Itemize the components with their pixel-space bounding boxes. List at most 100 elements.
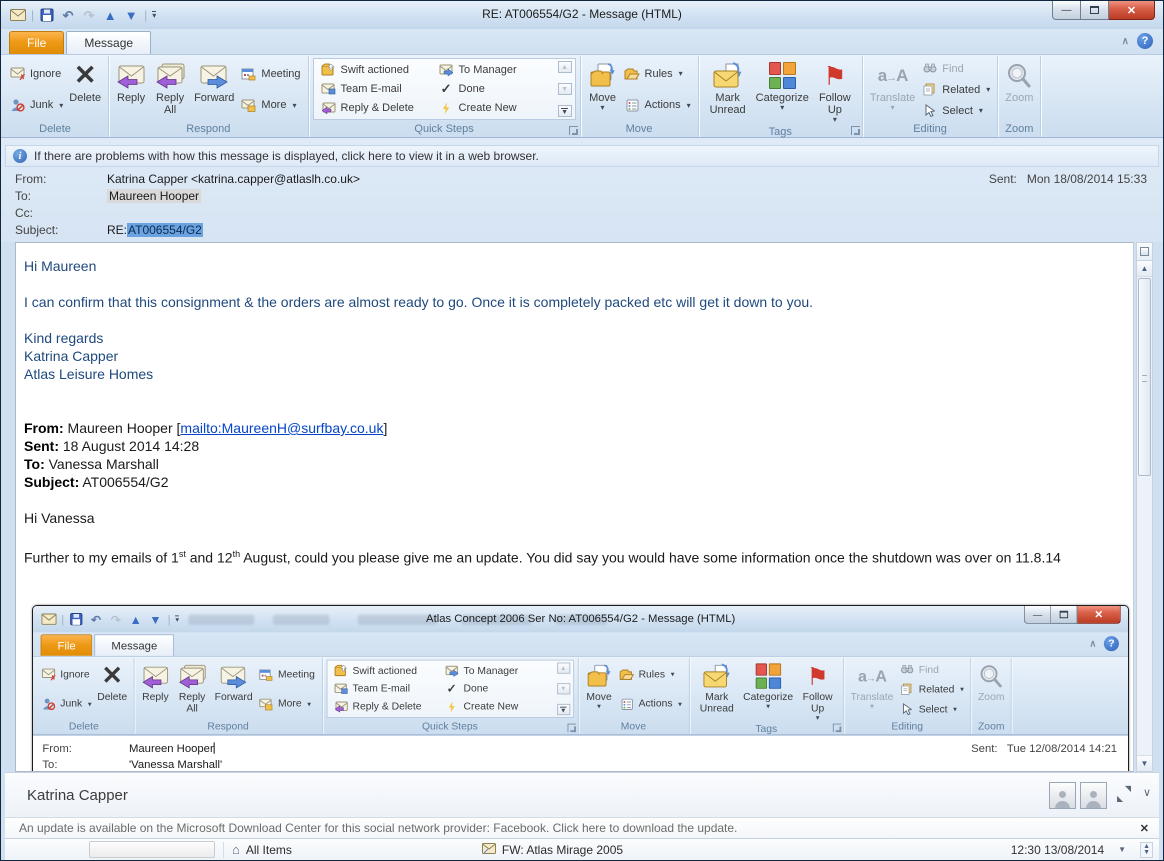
team-email-icon: [320, 81, 337, 96]
people-pane-name: Katrina Capper: [27, 787, 128, 804]
to-value[interactable]: Maureen Hooper: [107, 189, 201, 203]
quick-steps-more-icon[interactable]: ▼: [558, 105, 572, 117]
ignore-button: ✗ Ignore: [38, 666, 95, 682]
mailto-link[interactable]: mailto:MaureenH@surfbay.co.uk: [180, 420, 383, 436]
mail-icon[interactable]: [10, 7, 26, 23]
junk-button[interactable]: Junk▾: [6, 97, 66, 114]
group-label-delete: Delete: [4, 122, 106, 137]
title-bar: | ↶ ↷ ▲ ▼ | ▾ RE: AT006554/G2 - Message …: [1, 1, 1163, 29]
mark-unread-icon: [702, 660, 732, 691]
scroll-thumb[interactable]: [1138, 278, 1151, 476]
close-notification-icon[interactable]: ✕: [1140, 822, 1149, 835]
actions-button[interactable]: Actions▾: [621, 97, 694, 114]
next-item-icon[interactable]: ▼: [123, 7, 139, 23]
quick-step-swift-actioned[interactable]: Swift actioned: [317, 61, 435, 78]
meeting-button[interactable]: Meeting: [237, 65, 303, 82]
reply-all-icon: [154, 59, 186, 92]
delete-button[interactable]: ✕ Delete: [66, 58, 104, 121]
rules-button[interactable]: Rules▾: [621, 65, 694, 82]
categorize-button[interactable]: Categorize▾: [753, 58, 812, 124]
translate-icon: a→A: [858, 660, 886, 691]
move-button[interactable]: Move▾: [585, 58, 621, 121]
reply-icon: [141, 660, 169, 691]
zoom-button: Zoom: [975, 659, 1007, 718]
scroll-stepper-icon[interactable]: ▲▼: [1140, 842, 1153, 858]
avatar[interactable]: [1049, 782, 1076, 809]
group-label-zoom: Zoom: [973, 720, 1009, 734]
ribbon-group-editing: a→A Translate▾ Find Related▾: [844, 657, 971, 733]
tab-message[interactable]: Message: [66, 31, 151, 54]
redo-icon[interactable]: ↷: [81, 7, 97, 23]
quick-step-team-email[interactable]: Team E-mail: [317, 80, 435, 97]
minimize-ribbon-icon[interactable]: ∧: [1122, 36, 1129, 47]
from-row: From: Katrina Capper <katrina.capper@atl…: [15, 170, 1151, 187]
embedded-header: From: Maureen Hooper Sent:Tue 12/08/2014…: [33, 735, 1128, 772]
undo-icon[interactable]: ↶: [60, 7, 76, 23]
bottom-list-row: ⌂ All Items FW: Atlas Mirage 2005 12:30 …: [5, 838, 1159, 860]
zoom-button[interactable]: Zoom: [1002, 58, 1036, 121]
more-respond-icon: [240, 98, 257, 113]
tab-file[interactable]: File: [9, 31, 64, 54]
customize-qat-icon[interactable]: ▾: [152, 11, 156, 19]
scroll-up-icon[interactable]: ▲: [1137, 261, 1152, 277]
mail-icon: [482, 843, 496, 857]
more-respond-button[interactable]: More▾: [237, 97, 303, 114]
minimize-button[interactable]: —: [1052, 1, 1081, 20]
embedded-ribbon-chrome: File Message ∧ ? ✗ Ignore Junk▾: [33, 632, 1128, 735]
reply-button: Reply: [138, 659, 172, 718]
team-email-icon: [333, 681, 349, 695]
follow-up-button: ⚑ Follow Up▾: [796, 659, 839, 721]
split-view-icon[interactable]: [1137, 243, 1152, 261]
datetime-dropdown-icon[interactable]: ▼: [1118, 845, 1126, 854]
mark-unread-button[interactable]: Mark Unread: [703, 58, 753, 124]
outlook-message-window: | ↶ ↷ ▲ ▼ | ▾ RE: AT006554/G2 - Message …: [0, 0, 1164, 861]
collapse-chevron-icon[interactable]: ∨: [1143, 786, 1151, 799]
group-label-editing: Editing: [846, 720, 969, 734]
message-list-item[interactable]: FW: Atlas Mirage 2005: [482, 843, 623, 857]
reply-button[interactable]: Reply: [113, 58, 149, 121]
ribbon-group-tags: Mark Unread Categorize▾ ⚑ Follow Up▾ Tag…: [699, 56, 863, 137]
translate-button[interactable]: a→A Translate▾: [867, 58, 918, 121]
expand-people-pane-icon[interactable]: [1117, 787, 1131, 801]
info-bar[interactable]: i If there are problems with how this me…: [5, 145, 1159, 167]
all-items-tab[interactable]: ⌂ All Items: [232, 842, 292, 857]
zoom-icon: [978, 660, 1004, 691]
help-icon[interactable]: ?: [1137, 33, 1153, 49]
ignore-button[interactable]: ✗ Ignore: [6, 65, 66, 82]
cc-row: Cc:: [15, 204, 1151, 221]
quick-step-create-new[interactable]: Create New: [435, 100, 553, 117]
quoted-to-line: To: Vanessa Marshall: [24, 455, 1125, 473]
find-button[interactable]: Find: [918, 60, 993, 77]
quick-step-to-manager[interactable]: To Manager: [435, 61, 553, 78]
tags-dialog-launcher-icon[interactable]: [851, 126, 860, 135]
related-button[interactable]: Related▾: [918, 81, 993, 98]
close-button[interactable]: ✕: [1109, 1, 1155, 20]
save-icon[interactable]: [39, 7, 55, 23]
main-ribbon-chrome: File Message ∧ ? ✗ Ignore Junk▾: [1, 29, 1163, 138]
ribbon-group-editing: a→A Translate▾ Find Related▾: [863, 56, 998, 137]
quick-steps-scroll-up-icon[interactable]: ▲: [558, 61, 572, 73]
embedded-quick-access-toolbar: | ↶ ↷ ▲ ▼ | ▾: [33, 611, 179, 626]
junk-button: Junk▾: [38, 696, 95, 712]
vertical-scrollbar[interactable]: ▲ ▼: [1136, 242, 1153, 772]
notification-text[interactable]: An update is available on the Microsoft …: [19, 821, 737, 835]
ribbon-group-quick-steps: Swift actioned Team E-mail Reply & Delet…: [309, 56, 581, 137]
quick-step-swift-actioned: Swift actioned: [330, 662, 441, 678]
categorize-button: Categorize▾: [740, 659, 796, 721]
follow-up-button[interactable]: ⚑ Follow Up▾: [812, 58, 858, 124]
swift-actioned-icon: [320, 62, 337, 77]
message-body[interactable]: Hi Maureen I can confirm that this consi…: [15, 242, 1134, 772]
quick-step-reply-delete: Reply & Delete: [330, 699, 441, 715]
quick-step-reply-delete[interactable]: Reply & Delete: [317, 100, 435, 117]
quick-steps-dialog-launcher-icon[interactable]: [569, 126, 578, 135]
zoom-icon: [1005, 59, 1033, 92]
avatar[interactable]: [1080, 782, 1107, 809]
forward-button[interactable]: Forward: [191, 58, 237, 121]
quick-step-done[interactable]: ✓Done: [435, 80, 553, 97]
quick-steps-scroll-down-icon[interactable]: ▼: [558, 83, 572, 95]
scroll-down-icon[interactable]: ▼: [1137, 755, 1152, 771]
select-button[interactable]: Select▾: [918, 102, 993, 119]
previous-item-icon[interactable]: ▲: [102, 7, 118, 23]
maximize-button[interactable]: [1081, 1, 1109, 20]
reply-all-button[interactable]: Reply All: [149, 58, 191, 121]
